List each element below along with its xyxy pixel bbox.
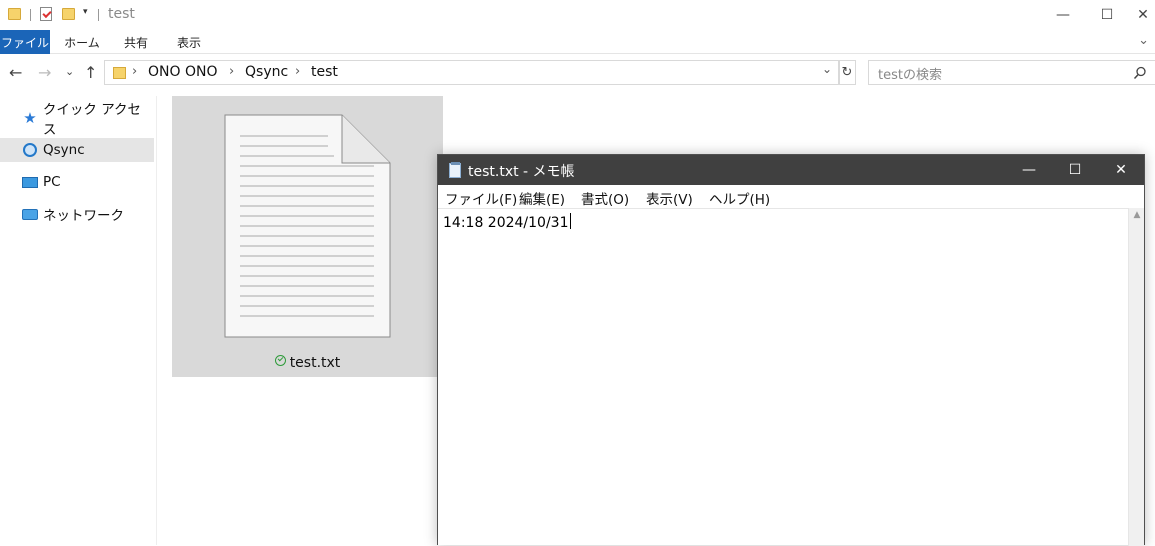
maximize-button[interactable]: ☐	[1052, 155, 1098, 185]
search-icon[interactable]	[1133, 66, 1147, 80]
pin-star-icon: ★	[23, 109, 37, 127]
breadcrumb-separator-icon[interactable]: ›	[295, 64, 300, 79]
ribbon-tabs: ファイル ホーム 共有 表示 ⌄	[0, 30, 1155, 54]
notepad-title-bar[interactable]: test.txt - メモ帳 — ☐ ✕	[438, 155, 1144, 185]
minimize-button[interactable]: —	[1040, 0, 1086, 30]
menu-format[interactable]: 書式(O)	[581, 188, 629, 208]
text-content: 14:18 2024/10/31	[443, 213, 571, 231]
explorer-title-bar: ▾ test — ☐ ✕	[0, 0, 1155, 30]
breadcrumb-item[interactable]: ONO ONO	[148, 64, 217, 80]
file-name: test.txt	[289, 355, 341, 371]
sidebar-item-label: PC	[43, 174, 61, 190]
search-placeholder: testの検索	[878, 68, 942, 83]
notepad-icon	[449, 162, 461, 178]
notepad-window: test.txt - メモ帳 — ☐ ✕ ファイル(F) 編集(E) 書式(O)…	[437, 154, 1145, 546]
text-line: 14:18 2024/10/31	[443, 215, 569, 231]
breadcrumb-separator-icon[interactable]: ›	[229, 64, 234, 79]
tab-view[interactable]: 表示	[166, 30, 212, 54]
address-row: ← → ⌄ ↑ › ONO ONO › Qsync › test ⌄ ↻ tes…	[0, 56, 1155, 90]
breadcrumb-item[interactable]: Qsync	[245, 64, 288, 80]
separator	[30, 9, 31, 21]
tab-file[interactable]: ファイル	[0, 30, 50, 54]
search-input[interactable]: testの検索	[868, 60, 1155, 85]
menu-help[interactable]: ヘルプ(H)	[709, 188, 770, 208]
sidebar-item-label: ネットワーク	[43, 208, 124, 224]
folder-icon	[8, 8, 21, 20]
notepad-menu-bar: ファイル(F) 編集(E) 書式(O) 表示(V) ヘルプ(H)	[438, 185, 1144, 208]
scroll-up-arrow-icon[interactable]: ▲	[1129, 210, 1145, 220]
new-folder-icon[interactable]	[62, 8, 75, 20]
file-name-label: test.txt	[172, 355, 443, 371]
sync-status-check-icon	[274, 355, 286, 366]
separator	[98, 9, 99, 21]
menu-view[interactable]: 表示(V)	[646, 188, 693, 208]
notepad-text-area[interactable]: 14:18 2024/10/31	[438, 208, 1128, 546]
network-icon	[22, 208, 38, 220]
refresh-icon[interactable]: ↻	[838, 60, 856, 85]
file-item[interactable]: test.txt	[172, 96, 443, 377]
address-bar[interactable]: › ONO ONO › Qsync › test	[104, 60, 840, 85]
close-button[interactable]: ✕	[1128, 0, 1155, 30]
sidebar-item-label: Qsync	[43, 142, 85, 158]
window-title: test	[108, 6, 135, 22]
navigation-pane: ★ クイック アクセス Qsync PC ネットワーク	[0, 96, 157, 545]
breadcrumb-separator-icon: ›	[132, 64, 138, 79]
expand-ribbon-icon[interactable]: ⌄	[1138, 33, 1149, 48]
sidebar-item-network[interactable]: ネットワーク	[0, 202, 154, 226]
sidebar-item-label: クイック アクセス	[42, 102, 142, 138]
menu-file[interactable]: ファイル(F)	[445, 188, 517, 208]
sidebar-item-qsync[interactable]: Qsync	[0, 138, 154, 162]
close-button[interactable]: ✕	[1098, 155, 1144, 185]
qsync-icon	[22, 143, 38, 157]
tab-share[interactable]: 共有	[114, 30, 158, 54]
sidebar-item-quick-access[interactable]: ★ クイック アクセス	[0, 102, 154, 138]
up-arrow-icon[interactable]: ↑	[84, 63, 97, 82]
forward-arrow-icon[interactable]: →	[38, 63, 51, 82]
quick-access-dropdown-icon[interactable]: ▾	[83, 7, 88, 17]
back-arrow-icon[interactable]: ←	[9, 63, 22, 82]
address-history-chevron-icon[interactable]: ⌄	[822, 62, 832, 76]
sidebar-item-pc[interactable]: PC	[0, 170, 154, 194]
recent-locations-icon[interactable]: ⌄	[65, 65, 74, 78]
text-caret	[569, 213, 571, 229]
maximize-button[interactable]: ☐	[1084, 0, 1130, 30]
notepad-title: test.txt - メモ帳	[468, 164, 575, 180]
menu-edit[interactable]: 編集(E)	[519, 188, 565, 208]
text-file-icon	[224, 114, 391, 338]
folder-icon	[113, 67, 126, 79]
vertical-scrollbar[interactable]: ▲	[1128, 208, 1144, 546]
minimize-button[interactable]: —	[1006, 155, 1052, 185]
tab-home[interactable]: ホーム	[58, 30, 106, 54]
properties-icon[interactable]	[40, 7, 52, 21]
breadcrumb-item[interactable]: test	[311, 64, 338, 80]
pc-icon	[22, 176, 38, 188]
